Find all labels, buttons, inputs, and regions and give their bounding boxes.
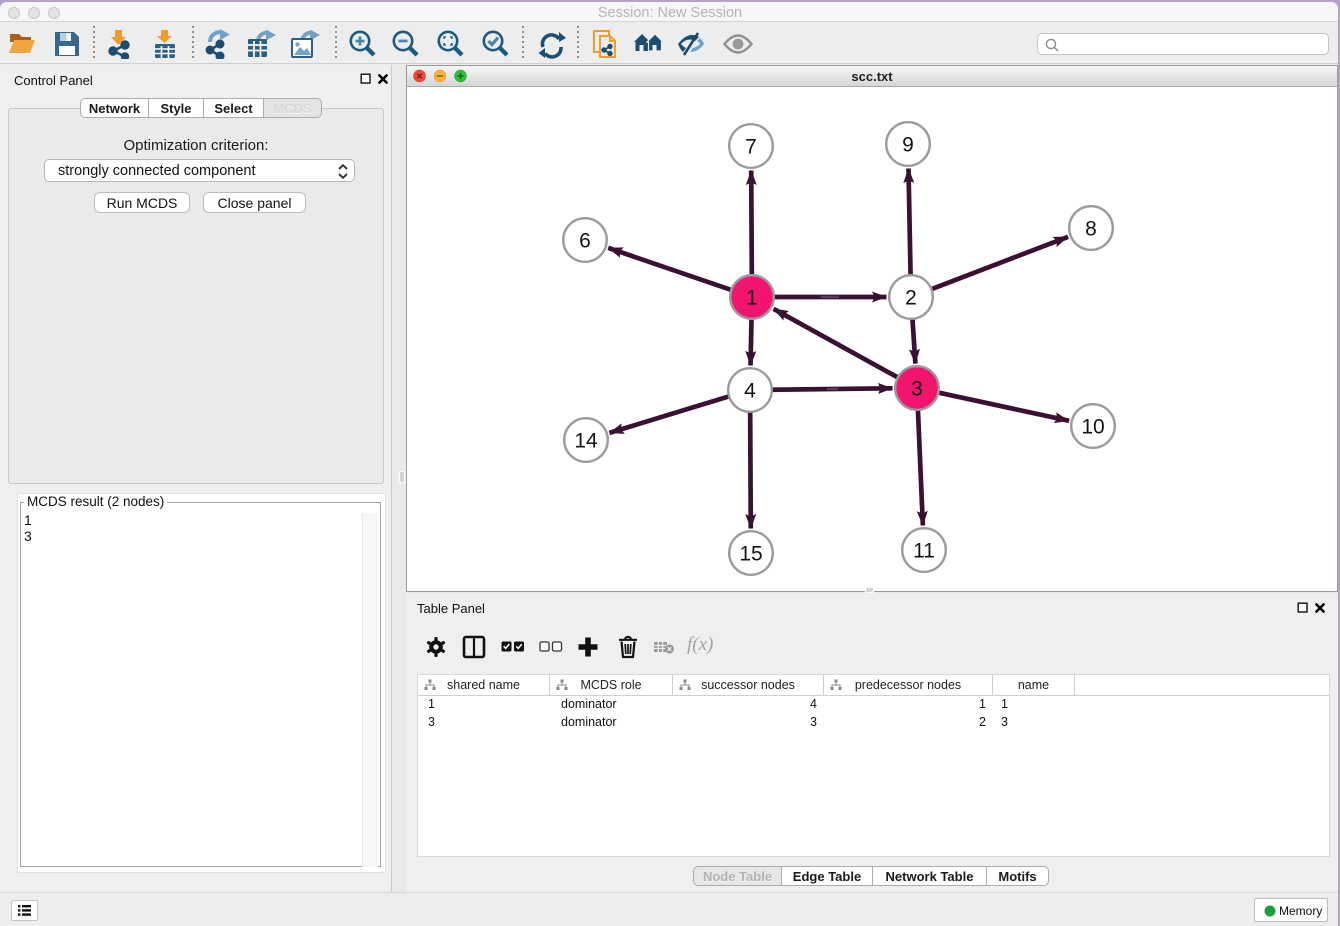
svg-text:1: 1: [746, 287, 758, 310]
svg-text:6: 6: [579, 230, 591, 253]
svg-text:8: 8: [1085, 218, 1097, 241]
svg-text:2: 2: [905, 287, 917, 310]
svg-text:14: 14: [574, 430, 598, 453]
svg-text:4: 4: [744, 380, 756, 403]
svg-text:9: 9: [902, 134, 914, 157]
svg-text:7: 7: [745, 136, 757, 159]
svg-text:3: 3: [911, 378, 923, 401]
svg-text:15: 15: [739, 543, 762, 566]
svg-text:11: 11: [913, 540, 935, 563]
svg-text:10: 10: [1081, 416, 1104, 439]
